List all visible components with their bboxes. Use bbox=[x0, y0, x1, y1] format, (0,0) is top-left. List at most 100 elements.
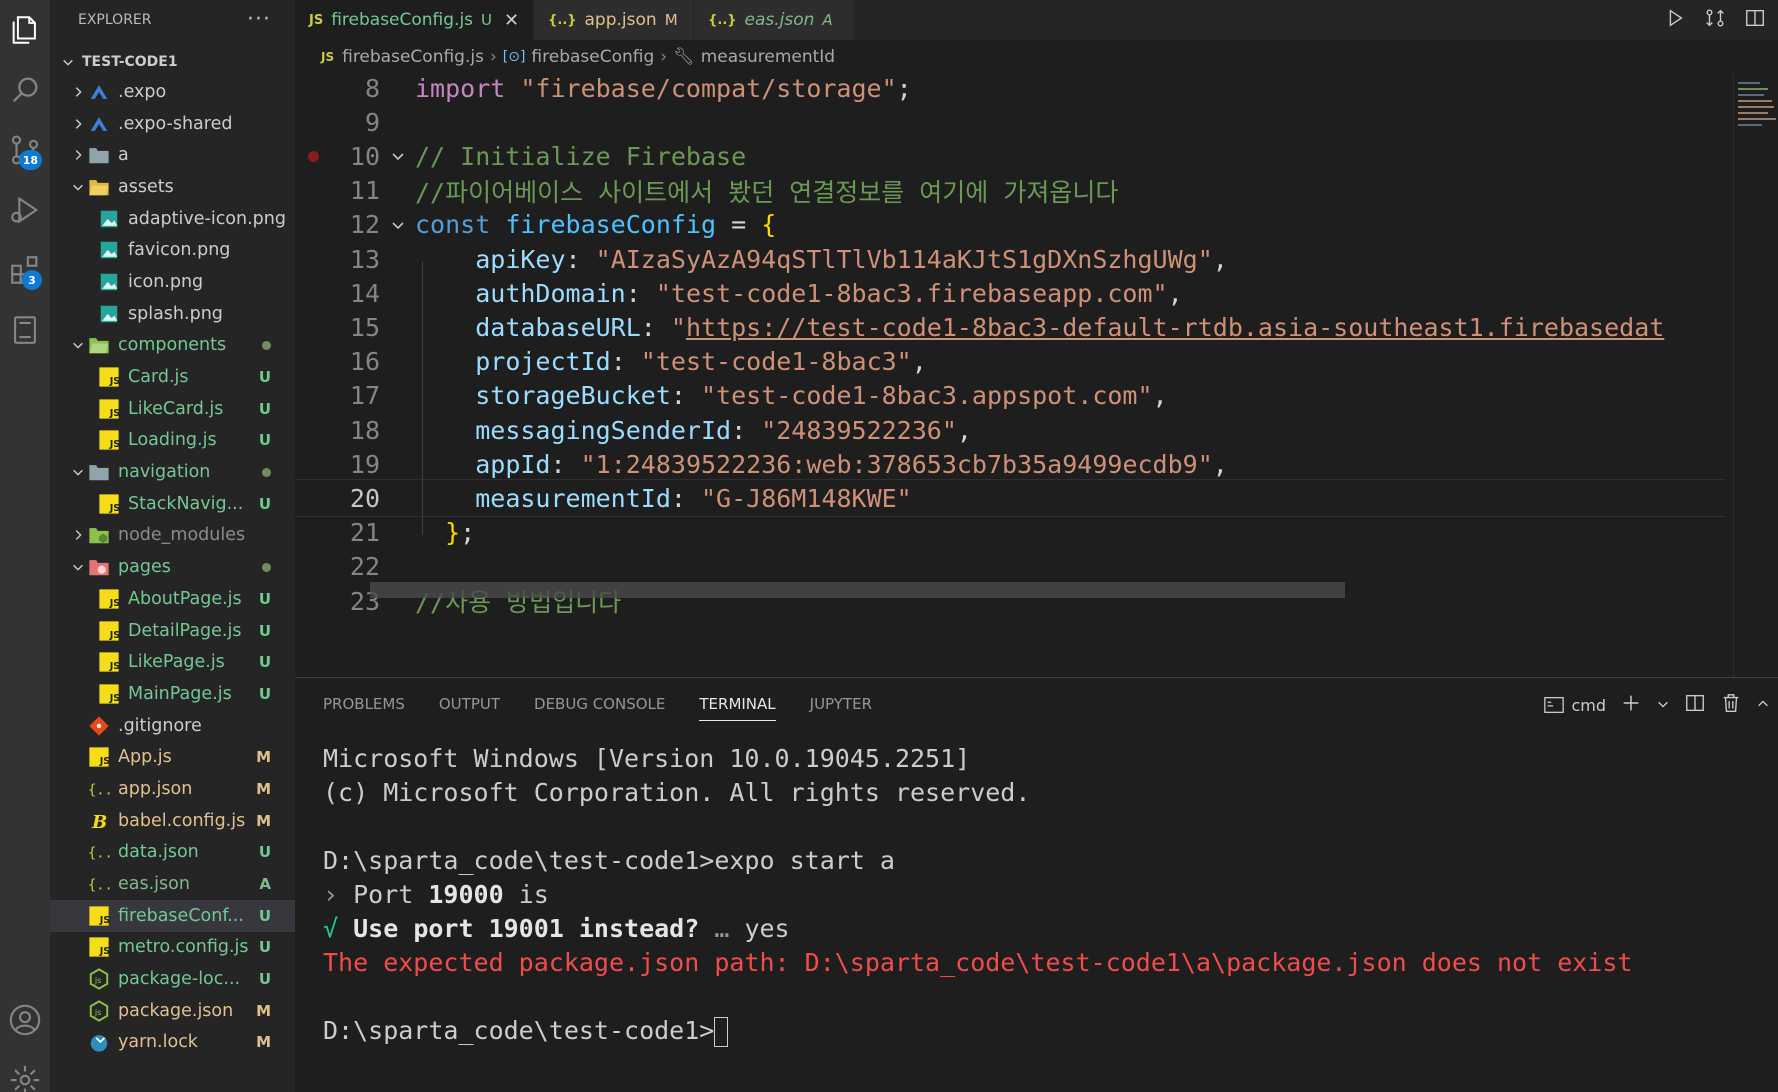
kill-terminal-trash-icon[interactable] bbox=[1720, 692, 1742, 718]
code-line[interactable]: 22 bbox=[295, 548, 1725, 586]
panel-tab-debug-console[interactable]: DEBUG CONSOLE bbox=[534, 687, 665, 721]
line-number: 22 bbox=[349, 552, 380, 582]
editor-tab[interactable]: {..} eas.json A bbox=[694, 0, 855, 40]
terminal-line: D:\sparta_code\test-code1>expo start a bbox=[323, 844, 1632, 878]
code-line[interactable]: 8 import "firebase/compat/storage"; bbox=[295, 74, 1725, 107]
expo-file-icon bbox=[88, 113, 110, 135]
code-line[interactable]: 18 messagingSenderId: "24839522236", bbox=[295, 411, 1725, 449]
code-line[interactable]: 9 bbox=[295, 103, 1725, 141]
file-row[interactable]: {..} data.json U bbox=[50, 837, 295, 869]
code-line[interactable]: 15 databaseURL: "https://test-code1-8bac… bbox=[295, 308, 1725, 346]
remote-explorer-icon[interactable] bbox=[0, 300, 50, 360]
accounts-icon[interactable] bbox=[0, 990, 50, 1050]
code-line[interactable]: 10// Initialize Firebase bbox=[295, 137, 1725, 175]
more-actions-icon[interactable]: ··· bbox=[247, 9, 271, 31]
folder-file-icon bbox=[88, 461, 110, 483]
run-icon[interactable] bbox=[1664, 7, 1686, 33]
fold-chevron-icon[interactable] bbox=[380, 148, 415, 164]
folder-row[interactable]: .expo bbox=[50, 76, 295, 108]
code-line[interactable]: 12 const firebaseConfig = { bbox=[295, 206, 1725, 244]
line-number: 14 bbox=[349, 278, 380, 308]
terminal-actions: cmd bbox=[1543, 692, 1778, 718]
chevron-down-icon[interactable] bbox=[1656, 696, 1670, 715]
code-line[interactable]: 17 storageBucket: "test-code1-8bac3.apps… bbox=[295, 377, 1725, 415]
file-row[interactable]: js package.json M bbox=[50, 995, 295, 1027]
source-control-icon[interactable]: 18 bbox=[0, 120, 50, 180]
breakpoint-dot[interactable] bbox=[308, 150, 319, 162]
folder-row[interactable]: navigation bbox=[50, 456, 295, 488]
file-row[interactable]: JS LikeCard.js U bbox=[50, 393, 295, 425]
panel-tab-problems[interactable]: PROBLEMS bbox=[323, 687, 405, 721]
new-terminal-icon[interactable] bbox=[1620, 692, 1642, 718]
file-row[interactable]: adaptive-icon.png bbox=[50, 203, 295, 235]
tree-item-label: babel.config.js bbox=[118, 810, 246, 831]
code-line[interactable]: 16 projectId: "test-code1-8bac3", bbox=[295, 343, 1725, 381]
folder-row[interactable]: node_modules bbox=[50, 520, 295, 552]
panel-tab-terminal[interactable]: TERMINAL bbox=[699, 687, 776, 721]
split-terminal-icon[interactable] bbox=[1684, 692, 1706, 718]
git-status-badge: M bbox=[256, 1033, 271, 1052]
file-row[interactable]: JS AboutPage.js U bbox=[50, 583, 295, 615]
code-token: projectId bbox=[475, 347, 611, 377]
editor-tab[interactable]: JS firebaseConfig.js U ✕ bbox=[295, 0, 535, 40]
terminal-output[interactable]: Microsoft Windows [Version 10.0.19045.22… bbox=[323, 742, 1632, 1048]
file-row[interactable]: JS firebaseConf... U bbox=[50, 899, 295, 932]
file-row[interactable]: Bbabel.config.js M bbox=[50, 805, 295, 837]
file-row[interactable]: JS StackNavig... U bbox=[50, 488, 295, 520]
tab-label: eas.json bbox=[744, 10, 815, 30]
code-line[interactable]: 14 authDomain: "test-code1-8bac3.firebas… bbox=[295, 274, 1725, 312]
code-line[interactable]: 19 appId: "1:24839522236:web:378653cb7b3… bbox=[295, 445, 1725, 483]
editor-tab[interactable]: {..} app.json M bbox=[534, 0, 695, 40]
git-status-dot bbox=[262, 340, 271, 350]
code-line[interactable]: 21 }; bbox=[295, 514, 1725, 552]
file-row[interactable]: splash.png bbox=[50, 298, 295, 330]
terminal-cursor[interactable] bbox=[714, 1017, 729, 1047]
file-tree: .expo .expo-shared a assets adaptive-icon.pn… bbox=[50, 76, 295, 1058]
file-row[interactable]: JS metro.config.js U bbox=[50, 932, 295, 964]
workspace-root[interactable]: TEST-CODE1 bbox=[50, 48, 295, 76]
file-row[interactable]: JS LikePage.js U bbox=[50, 646, 295, 678]
explorer-icon[interactable] bbox=[0, 0, 50, 60]
fold-chevron-icon[interactable] bbox=[380, 217, 415, 233]
file-row[interactable]: {..} app.json M bbox=[50, 773, 295, 805]
folder-row[interactable]: a bbox=[50, 139, 295, 171]
folder-row[interactable]: pages bbox=[50, 551, 295, 583]
run-debug-icon[interactable] bbox=[0, 180, 50, 240]
extensions-icon[interactable]: 3 bbox=[0, 240, 50, 300]
code-editor[interactable]: 8 import "firebase/compat/storage"; 9 10// … bbox=[295, 74, 1778, 677]
file-row[interactable]: JS App.js M bbox=[50, 741, 295, 773]
compare-changes-icon[interactable] bbox=[1704, 7, 1726, 33]
file-row[interactable]: yarn.lock M bbox=[50, 1027, 295, 1059]
folder-row[interactable]: assets bbox=[50, 171, 295, 203]
folder-row[interactable]: components bbox=[50, 330, 295, 362]
breadcrumb-symbol[interactable]: firebaseConfig bbox=[531, 47, 654, 67]
code-line[interactable]: 20 measurementId: "G-J86M148KWE" bbox=[295, 479, 1725, 518]
breadcrumb-file[interactable]: firebaseConfig.js bbox=[342, 47, 484, 67]
breadcrumb-property[interactable]: measurementId bbox=[701, 47, 835, 67]
panel-tab-jupyter[interactable]: JUPYTER bbox=[810, 687, 872, 721]
minimap[interactable] bbox=[1733, 74, 1778, 677]
json-file-icon: {..} bbox=[548, 12, 577, 28]
manage-gear-icon[interactable] bbox=[0, 1050, 50, 1092]
file-row[interactable]: favicon.png bbox=[50, 234, 295, 266]
file-row[interactable]: js package-loc... U bbox=[50, 963, 295, 995]
file-row[interactable]: JS MainPage.js U bbox=[50, 678, 295, 710]
panel-tab-output[interactable]: OUTPUT bbox=[439, 687, 500, 721]
file-row[interactable]: JS Card.js U bbox=[50, 361, 295, 393]
file-row[interactable]: JS DetailPage.js U bbox=[50, 615, 295, 647]
horizontal-scrollbar[interactable] bbox=[370, 582, 1345, 598]
terminal-shell-selector[interactable]: cmd bbox=[1543, 694, 1606, 716]
file-row[interactable]: .gitignore bbox=[50, 710, 295, 742]
code-token: "test-code1-8bac3.appspot.com" bbox=[701, 381, 1153, 411]
file-row[interactable]: JS Loading.js U bbox=[50, 425, 295, 457]
maximize-panel-icon[interactable] bbox=[1756, 696, 1770, 715]
file-row[interactable]: {..} eas.json A bbox=[50, 868, 295, 900]
split-editor-icon[interactable] bbox=[1744, 7, 1766, 33]
folder-row[interactable]: .expo-shared bbox=[50, 108, 295, 140]
code-line[interactable]: 11 //파이어베이스 사이트에서 봤던 연결정보를 여기에 가져옵니다 bbox=[295, 172, 1725, 210]
file-row[interactable]: icon.png bbox=[50, 266, 295, 298]
close-tab-icon[interactable]: ✕ bbox=[504, 10, 519, 31]
search-icon[interactable] bbox=[0, 60, 50, 120]
code-line[interactable]: 13 apiKey: "AIzaSyAzA94qSTlTlVb114aKJtS1… bbox=[295, 240, 1725, 278]
